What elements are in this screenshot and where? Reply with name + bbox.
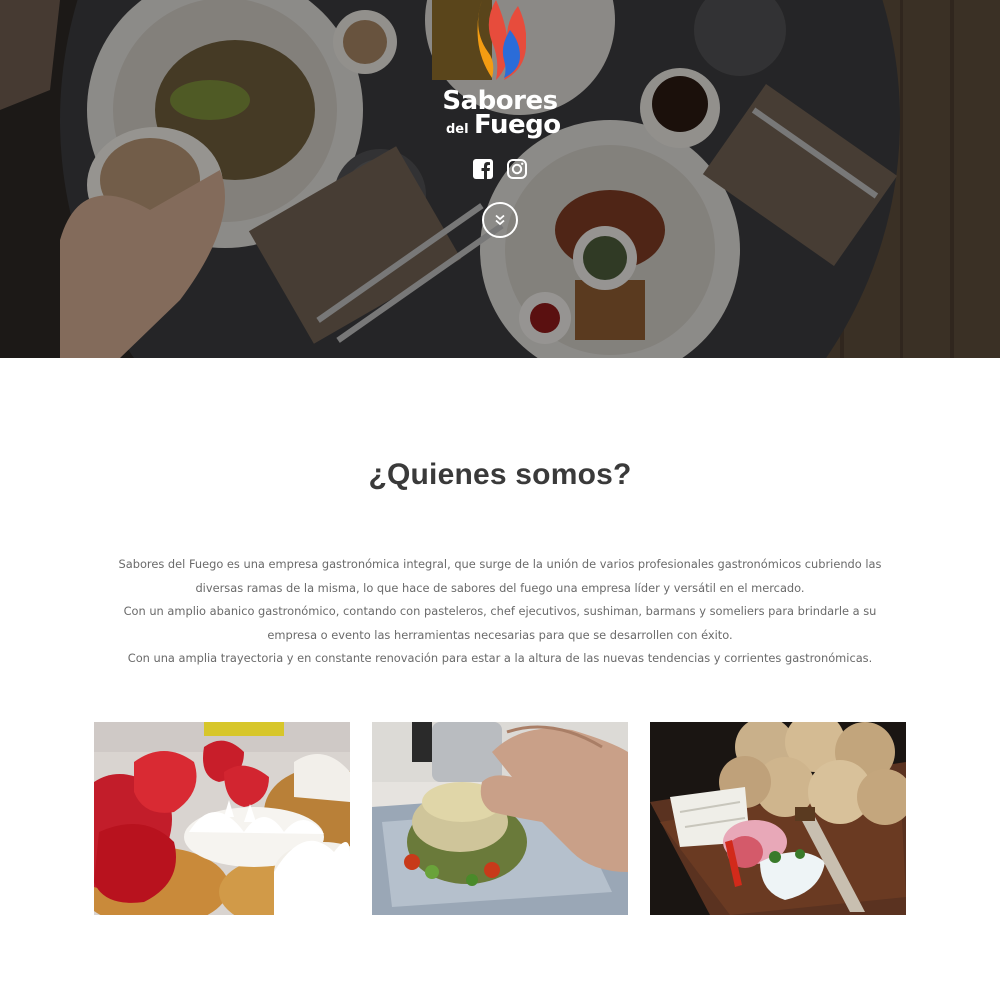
instagram-icon[interactable] bbox=[506, 158, 528, 180]
about-paragraph: Con un amplio abanico gastronómico, cont… bbox=[123, 604, 877, 642]
gallery-image-tarts[interactable] bbox=[94, 722, 350, 915]
about-paragraph: Sabores del Fuego es una empresa gastron… bbox=[118, 557, 882, 595]
gallery-image-bread-board[interactable] bbox=[650, 722, 906, 915]
social-links bbox=[472, 158, 532, 182]
about-section-title: ¿Quienes somos? bbox=[368, 458, 632, 491]
brand-name-del: del bbox=[446, 122, 469, 137]
scroll-down-button[interactable] bbox=[482, 202, 518, 238]
gallery-image-chef-plating[interactable] bbox=[372, 722, 628, 915]
about-section-text: Sabores del Fuego es una empresa gastron… bbox=[100, 553, 900, 671]
brand-name-line2: Fuego bbox=[474, 110, 561, 140]
hero-banner: Sabores del Fuego bbox=[0, 0, 1000, 358]
flame-logo-icon bbox=[477, 0, 526, 80]
brand-logo[interactable]: Sabores del Fuego bbox=[438, 0, 562, 150]
about-paragraph: Con una amplia trayectoria y en constant… bbox=[127, 651, 873, 665]
facebook-icon[interactable] bbox=[472, 158, 494, 180]
chevron-double-down-icon bbox=[495, 214, 505, 226]
